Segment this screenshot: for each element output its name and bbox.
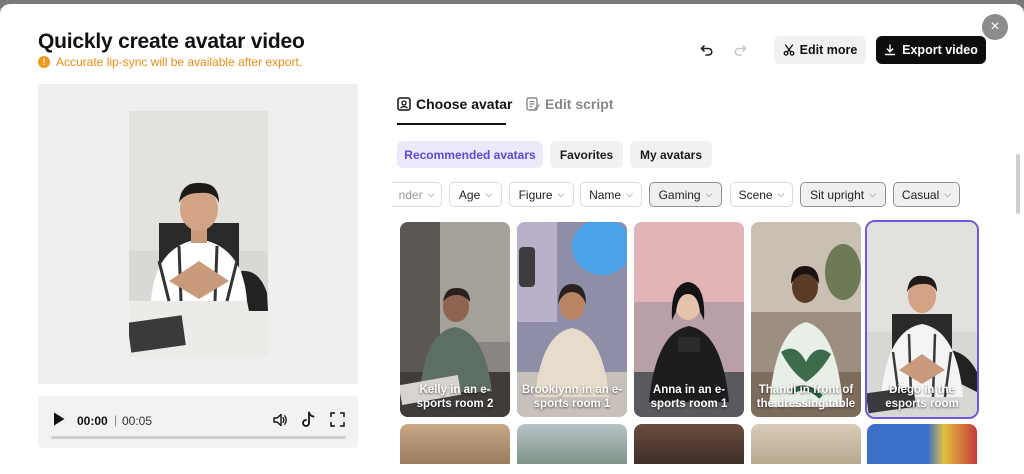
- redo-icon: [734, 45, 747, 56]
- category-favorites[interactable]: Favorites: [550, 141, 623, 168]
- tab-choose-avatar-label: Choose avatar: [416, 96, 513, 112]
- chevron-down-icon: ⌵: [869, 189, 876, 199]
- avatar-card-label: Brooklynn in an e-sports room 1: [521, 384, 623, 410]
- tab-choose-avatar[interactable]: Choose avatar: [397, 96, 512, 112]
- filter-name-label: Name: [589, 187, 622, 202]
- progress-bar[interactable]: [51, 436, 346, 439]
- chevron-down-icon: ⌵: [777, 189, 785, 199]
- notice-text: Accurate lip-sync will be available afte…: [56, 55, 303, 69]
- scrollbar[interactable]: [1016, 154, 1020, 214]
- close-icon: ×: [990, 18, 1000, 35]
- scissors-icon: [783, 44, 795, 56]
- filter-age[interactable]: Age ⌵: [449, 182, 502, 207]
- avatar-card-thandi[interactable]: Thandi in front of the dressing table: [751, 222, 861, 417]
- avatar-card-label: Diego in the esports room: [885, 384, 959, 410]
- warning-icon: !: [38, 56, 50, 68]
- tiktok-icon[interactable]: [301, 411, 317, 429]
- filter-gaming[interactable]: Gaming ⌵: [649, 182, 722, 207]
- avatar-card[interactable]: [867, 424, 977, 464]
- avatar-card[interactable]: [751, 424, 861, 464]
- avatar-card[interactable]: [400, 424, 510, 464]
- redo-button[interactable]: [730, 40, 750, 60]
- time-separator: |: [114, 413, 118, 427]
- chevron-down-icon: ⌵: [485, 189, 493, 199]
- avatar-card-diego[interactable]: Diego in the esports room: [865, 220, 979, 419]
- filter-gaming-label: Gaming: [658, 187, 701, 202]
- edit-more-button[interactable]: Edit more: [774, 36, 866, 64]
- avatar-card-kelly[interactable]: Kelly in an e-sports room 2: [400, 222, 510, 417]
- tab-edit-script-label: Edit script: [545, 96, 614, 112]
- chevron-down-icon: ⌵: [557, 189, 565, 199]
- avatar-card-icon: [397, 97, 411, 111]
- volume-icon[interactable]: [272, 412, 288, 428]
- play-icon[interactable]: [52, 411, 66, 427]
- avatar-preview-image: [129, 111, 268, 357]
- create-avatar-video-dialog: × Quickly create avatar video ! Accurate…: [0, 4, 1024, 474]
- filter-gender-label: nder: [398, 187, 423, 202]
- edit-more-label: Edit more: [799, 43, 858, 57]
- avatar-card-label: Anna in an e-sports room 1: [650, 384, 728, 410]
- active-tab-underline: [397, 123, 506, 125]
- download-icon: [884, 44, 896, 56]
- filter-casual-label: Casual: [901, 187, 940, 202]
- lip-sync-notice: ! Accurate lip-sync will be available af…: [38, 55, 302, 69]
- chevron-down-icon: ⌵: [427, 189, 435, 199]
- export-video-label: Export video: [902, 43, 978, 57]
- avatar-card[interactable]: [634, 424, 744, 464]
- filter-age-label: Age: [458, 187, 481, 202]
- filter-scene[interactable]: Scene ⌵: [730, 182, 793, 207]
- undo-button[interactable]: [697, 40, 717, 60]
- export-video-button[interactable]: Export video: [876, 36, 986, 64]
- video-preview: [38, 84, 358, 384]
- filter-sit-upright-label: Sit upright: [810, 187, 865, 202]
- current-time: 00:00: [77, 414, 108, 428]
- chevron-down-icon: ⌵: [944, 189, 952, 199]
- avatar-card-label: Kelly in an e-sports room 2: [416, 384, 494, 410]
- avatar-card-brooklynn[interactable]: Brooklynn in an e-sports room 1: [517, 222, 627, 417]
- tab-edit-script[interactable]: Edit script: [526, 96, 613, 112]
- filter-name[interactable]: Name ⌵: [580, 182, 642, 207]
- category-recommended-avatars[interactable]: Recommended avatars: [397, 141, 543, 168]
- category-my-avatars[interactable]: My avatars: [630, 141, 712, 168]
- filter-sit-upright[interactable]: Sit upright ⌵: [800, 182, 886, 207]
- video-player-controls: 00:00 | 00:05: [38, 396, 358, 448]
- chevron-down-icon: ⌵: [626, 189, 633, 199]
- avatar-card-anna[interactable]: Anna in an e-sports room 1: [634, 222, 744, 417]
- duration: 00:05: [122, 414, 153, 428]
- fullscreen-icon[interactable]: [330, 412, 345, 427]
- close-button[interactable]: ×: [982, 14, 1008, 40]
- avatar-card[interactable]: [517, 424, 627, 464]
- undo-icon: [700, 45, 713, 56]
- filter-gender[interactable]: nder ⌵: [392, 182, 442, 207]
- filter-figure-label: Figure: [518, 187, 553, 202]
- filter-scene-label: Scene: [738, 187, 773, 202]
- filter-figure[interactable]: Figure ⌵: [509, 182, 574, 207]
- filter-casual[interactable]: Casual ⌵: [893, 182, 960, 207]
- dialog-title: Quickly create avatar video: [38, 30, 305, 53]
- chevron-down-icon: ⌵: [705, 189, 713, 199]
- avatar-card-label: Thandi in front of the dressing table: [756, 384, 856, 410]
- script-icon: [526, 97, 540, 111]
